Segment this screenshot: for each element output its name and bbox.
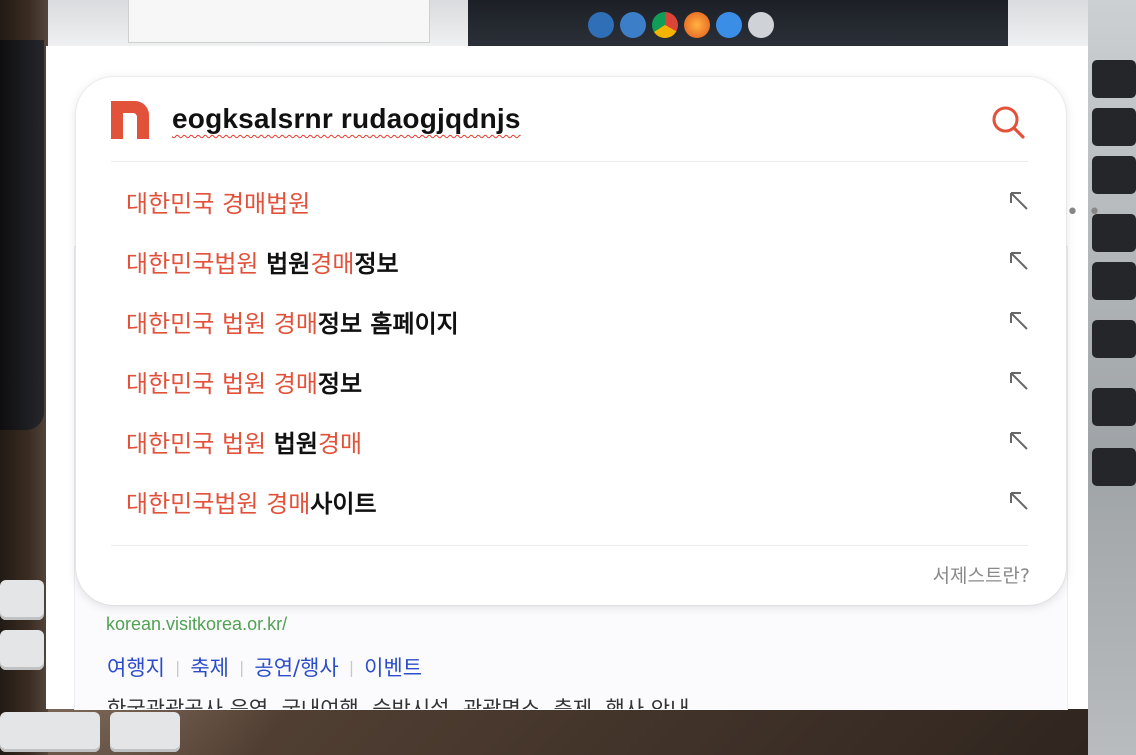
- firefox-icon: [684, 12, 710, 38]
- suggestion-text: 대한민국법원 법원경매정보: [126, 250, 399, 278]
- arrow-up-left-icon[interactable]: [1008, 190, 1030, 212]
- suggestion-text: 대한민국 법원 경매정보: [126, 370, 363, 398]
- result-link-travel[interactable]: 여행지: [107, 652, 165, 682]
- more-options-icon[interactable]: • •: [1066, 200, 1102, 225]
- app-icon: [748, 12, 774, 38]
- arrow-up-left-icon[interactable]: [1008, 310, 1030, 332]
- divider: [111, 161, 1028, 162]
- suggestion-item[interactable]: 대한민국법원 경매사이트: [76, 470, 1066, 530]
- result-link-festival[interactable]: 축제: [190, 652, 229, 682]
- result-link-events[interactable]: 공연/행사: [254, 652, 338, 682]
- naver-n-logo[interactable]: [111, 101, 149, 139]
- result-url[interactable]: korean.visitkorea.or.kr/: [106, 614, 287, 635]
- safari-icon: [716, 12, 742, 38]
- keyboard-key: [1092, 108, 1136, 146]
- result-snippet: 한국관광공사 운영, 국내여행, 숙박시설, 관광명소, 축제, 행사 안내: [107, 697, 690, 709]
- suggestion-text: 대한민국 경매법원: [126, 190, 311, 218]
- keyboard-key: [0, 580, 44, 620]
- arrow-up-left-icon[interactable]: [1008, 490, 1030, 512]
- arrow-up-left-icon[interactable]: [1008, 370, 1030, 392]
- keyboard-key: [1092, 60, 1136, 98]
- result-link-promotion[interactable]: 이벤트: [364, 652, 422, 682]
- search-icon[interactable]: [990, 104, 1028, 142]
- keyboard-key: [1092, 262, 1136, 300]
- dock-bar: [468, 0, 1008, 46]
- arrow-up-left-icon[interactable]: [1008, 250, 1030, 272]
- link-separator: |: [348, 657, 355, 677]
- suggestion-text: 대한민국법원 경매사이트: [126, 490, 377, 518]
- suggestion-list: 대한민국 경매법원 대한민국법원 법원경매정보 대한민국 법원 경매정보 홈페이…: [76, 170, 1066, 530]
- divider: [111, 545, 1028, 546]
- suggestion-item[interactable]: 대한민국 법원 경매정보 홈페이지: [76, 290, 1066, 350]
- keyboard-key: [1092, 320, 1136, 358]
- document-window: [128, 0, 430, 43]
- app-icon: [588, 12, 614, 38]
- suggestion-item[interactable]: 대한민국법원 법원경매정보: [76, 230, 1066, 290]
- keyboard-key: [110, 712, 180, 752]
- result-sublinks: 여행지 | 축제 | 공연/행사 | 이벤트: [107, 652, 422, 682]
- autocomplete-card: eogksalsrnr rudaogjqdnjs 대한민국 경매법원 대한민국법…: [76, 77, 1066, 605]
- suggestion-item[interactable]: 대한민국 법원 법원경매: [76, 410, 1066, 470]
- keyboard-key: [1092, 156, 1136, 194]
- keyboard-key: [1092, 448, 1136, 486]
- chrome-icon: [652, 12, 678, 38]
- link-separator: |: [174, 657, 181, 677]
- laptop-bezel: [0, 40, 44, 430]
- suggestion-text: 대한민국 법원 법원경매: [126, 430, 363, 458]
- suggestion-item[interactable]: 대한민국 경매법원: [76, 170, 1066, 230]
- keyboard-key: [0, 712, 100, 752]
- arrow-up-left-icon[interactable]: [1008, 430, 1030, 452]
- suggestion-item[interactable]: 대한민국 법원 경매정보: [76, 350, 1066, 410]
- keyboard-key: [1092, 388, 1136, 426]
- app-icon: [620, 12, 646, 38]
- search-input[interactable]: eogksalsrnr rudaogjqdnjs: [172, 103, 521, 135]
- link-separator: |: [239, 657, 245, 677]
- laptop-screen: [48, 0, 1088, 46]
- suggest-help-link[interactable]: 서제스트란?: [933, 561, 1031, 588]
- suggestion-text: 대한민국 법원 경매정보 홈페이지: [126, 310, 459, 338]
- keyboard-key: [0, 630, 44, 670]
